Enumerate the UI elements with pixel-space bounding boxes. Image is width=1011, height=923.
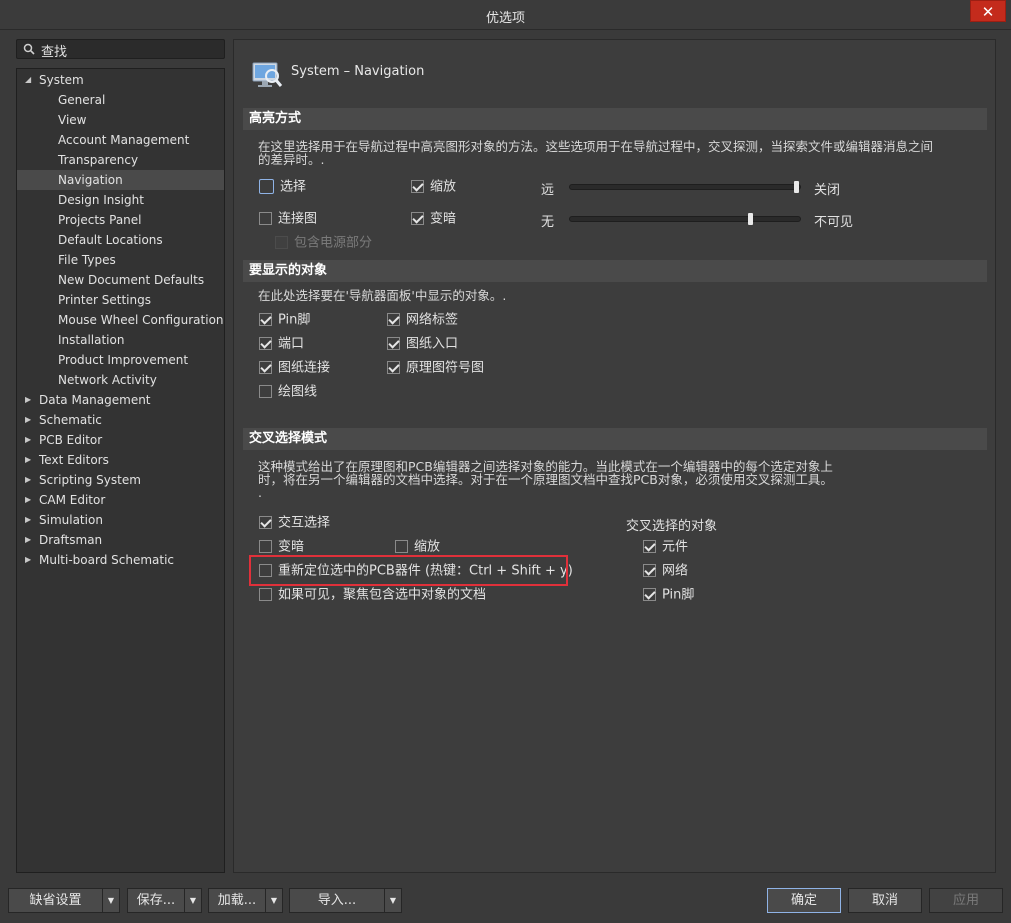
tree-item-default-locations[interactable]: Default Locations xyxy=(17,230,224,250)
preferences-tree[interactable]: ◢ System General View Account Management… xyxy=(16,68,225,873)
slider2-right-label: 不可见 xyxy=(814,215,854,230)
highlight-description-line2: 的差异时。. xyxy=(258,152,325,167)
search-input[interactable]: 查找 xyxy=(16,39,225,60)
component-checkbox[interactable]: 元件 xyxy=(643,539,688,557)
slider1-thumb[interactable] xyxy=(794,181,799,193)
collapsed-arrow-icon[interactable]: ▶ xyxy=(25,510,35,530)
tree-item-account-management[interactable]: Account Management xyxy=(17,130,224,150)
section-objects-title: 要显示的对象 xyxy=(243,260,987,282)
slider2-track[interactable] xyxy=(569,213,801,225)
load-button[interactable]: 加载... ▼ xyxy=(208,888,283,913)
net-label-checkbox[interactable]: 网络标签 xyxy=(387,312,458,330)
tree-item-transparency[interactable]: Transparency xyxy=(17,150,224,170)
chevron-down-icon[interactable]: ▼ xyxy=(384,889,401,912)
tree-item-mouse-wheel-configuration[interactable]: Mouse Wheel Configuration xyxy=(17,310,224,330)
navigation-monitor-icon xyxy=(252,62,283,87)
dim-checkbox[interactable]: 变暗 xyxy=(411,211,456,229)
tree-item-installation[interactable]: Installation xyxy=(17,330,224,350)
tree-item-data-management[interactable]: ▶ Data Management xyxy=(17,390,224,410)
tree-item-navigation[interactable]: Navigation xyxy=(17,170,224,190)
tree-item-view[interactable]: View xyxy=(17,110,224,130)
sheet-connector-checkbox[interactable]: 图纸连接 xyxy=(259,360,330,378)
tree-item-file-types[interactable]: File Types xyxy=(17,250,224,270)
zoom-checkbox[interactable]: 缩放 xyxy=(411,179,456,197)
tree-item-cam-editor[interactable]: ▶ CAM Editor xyxy=(17,490,224,510)
section-highlight-title: 高亮方式 xyxy=(243,108,987,130)
chevron-down-icon[interactable]: ▼ xyxy=(265,889,282,912)
highlight-annotation-box xyxy=(249,555,568,586)
select-checkbox[interactable]: 选择 xyxy=(259,179,306,197)
sheet-symbol-checkbox[interactable]: 原理图符号图 xyxy=(387,360,484,378)
tree-item-multi-board-schematic[interactable]: ▶ Multi-board Schematic xyxy=(17,550,224,570)
tree-item-draftsman[interactable]: ▶ Draftsman xyxy=(17,530,224,550)
focus-document-checkbox[interactable]: 如果可见，聚焦包含选中对象的文档 xyxy=(259,587,486,605)
page-title: System – Navigation xyxy=(291,64,425,79)
collapsed-arrow-icon[interactable]: ▶ xyxy=(25,450,35,470)
tree-item-simulation[interactable]: ▶ Simulation xyxy=(17,510,224,530)
chevron-down-icon[interactable]: ▼ xyxy=(184,889,201,912)
slider1-left-label: 远 xyxy=(541,183,555,198)
apply-button[interactable]: 应用 xyxy=(929,888,1003,913)
save-button[interactable]: 保存... ▼ xyxy=(127,888,202,913)
collapsed-arrow-icon[interactable]: ▶ xyxy=(25,430,35,450)
slider1-right-label: 关闭 xyxy=(814,183,841,198)
tree-item-system[interactable]: ◢ System xyxy=(17,70,224,90)
tree-item-printer-settings[interactable]: Printer Settings xyxy=(17,290,224,310)
chevron-down-icon[interactable]: ▼ xyxy=(102,889,119,912)
tree-item-scripting-system[interactable]: ▶ Scripting System xyxy=(17,470,224,490)
title-bar: 优选项 ✕ xyxy=(0,0,1011,30)
tree-item-general[interactable]: General xyxy=(17,90,224,110)
objects-description: 在此处选择要在'导航器面板'中显示的对象。. xyxy=(258,288,507,303)
graphic-lines-checkbox[interactable]: 绘图线 xyxy=(259,384,317,402)
cross-objects-title: 交叉选择的对象 xyxy=(626,519,718,534)
cross-description-line2: 时，将在另一个编辑器的文档中选择。对于在一个原理图文档中查找PCB对象，必须使用… xyxy=(258,472,833,487)
cross-description-line3: . xyxy=(258,485,262,500)
sheet-entry-checkbox[interactable]: 图纸入口 xyxy=(387,336,458,354)
section-cross-select-title: 交叉选择模式 xyxy=(243,428,987,450)
tree-item-schematic[interactable]: ▶ Schematic xyxy=(17,410,224,430)
search-icon xyxy=(23,43,35,55)
collapsed-arrow-icon[interactable]: ▶ xyxy=(25,470,35,490)
pin-checkbox[interactable]: Pin脚 xyxy=(259,312,310,330)
include-power-checkbox[interactable]: 包含电源部分 xyxy=(275,235,372,253)
search-label: 查找 xyxy=(41,45,68,60)
collapsed-arrow-icon[interactable]: ▶ xyxy=(25,530,35,550)
defaults-button[interactable]: 缺省设置 ▼ xyxy=(8,888,120,913)
collapsed-arrow-icon[interactable]: ▶ xyxy=(25,390,35,410)
cancel-button[interactable]: 取消 xyxy=(848,888,922,913)
import-button[interactable]: 导入... ▼ xyxy=(289,888,402,913)
slider2-thumb[interactable] xyxy=(748,213,753,225)
tree-item-network-activity[interactable]: Network Activity xyxy=(17,370,224,390)
port-checkbox[interactable]: 端口 xyxy=(259,336,304,354)
tree-item-text-editors[interactable]: ▶ Text Editors xyxy=(17,450,224,470)
interactive-select-checkbox[interactable]: 交互选择 xyxy=(259,515,330,533)
tree-item-pcb-editor[interactable]: ▶ PCB Editor xyxy=(17,430,224,450)
slider2-left-label: 无 xyxy=(541,215,555,230)
connect-checkbox[interactable]: 连接图 xyxy=(259,211,317,229)
tree-item-new-document-defaults[interactable]: New Document Defaults xyxy=(17,270,224,290)
tree-item-product-improvement[interactable]: Product Improvement xyxy=(17,350,224,370)
collapsed-arrow-icon[interactable]: ▶ xyxy=(25,410,35,430)
expanded-arrow-icon[interactable]: ◢ xyxy=(25,70,35,90)
slider1-track[interactable] xyxy=(569,181,801,193)
settings-panel: System – Navigation 高亮方式 在这里选择用于在导航过程中高亮… xyxy=(233,39,996,873)
tree-item-projects-panel[interactable]: Projects Panel xyxy=(17,210,224,230)
close-button[interactable]: ✕ xyxy=(970,0,1006,22)
highlight-description-line1: 在这里选择用于在导航过程中高亮图形对象的方法。这些选项用于在导航过程中，交叉探测… xyxy=(258,139,934,154)
tree-item-design-insight[interactable]: Design Insight xyxy=(17,190,224,210)
cross-pin-checkbox[interactable]: Pin脚 xyxy=(643,587,694,605)
window-title: 优选项 xyxy=(485,11,525,26)
collapsed-arrow-icon[interactable]: ▶ xyxy=(25,550,35,570)
net-checkbox[interactable]: 网络 xyxy=(643,563,688,581)
ok-button[interactable]: 确定 xyxy=(767,888,841,913)
collapsed-arrow-icon[interactable]: ▶ xyxy=(25,490,35,510)
